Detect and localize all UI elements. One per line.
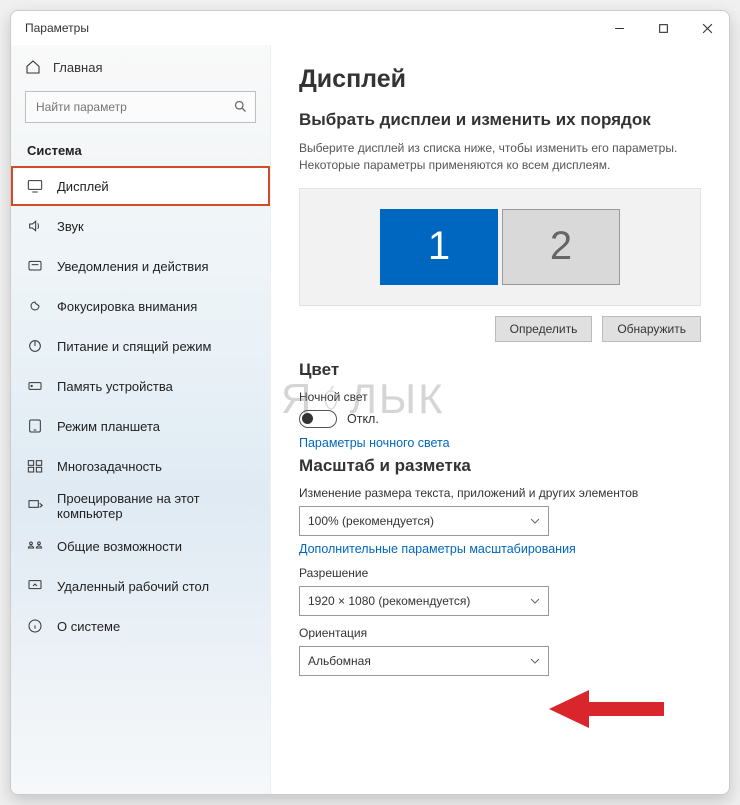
- maximize-button[interactable]: [641, 12, 685, 44]
- sidebar-item-display[interactable]: Дисплей: [11, 166, 270, 206]
- toggle-knob: [302, 413, 313, 424]
- sidebar-item-label: Фокусировка внимания: [57, 299, 197, 314]
- sidebar: Главная Система Дисплей Звук Уведомления…: [11, 45, 271, 794]
- main-panel: ЯЛЫК Дисплей Выбрать дисплеи и изменить …: [271, 45, 729, 794]
- orientation-select[interactable]: Альбомная: [299, 646, 549, 676]
- nightlight-row: Откл.: [299, 410, 701, 428]
- sidebar-item-remote-desktop[interactable]: Удаленный рабочий стол: [11, 566, 270, 606]
- tablet-icon: [27, 418, 43, 434]
- nightlight-toggle[interactable]: [299, 410, 337, 428]
- resolution-label: Разрешение: [299, 566, 701, 580]
- color-heading: Цвет: [299, 360, 701, 380]
- sidebar-item-label: Память устройства: [57, 379, 173, 394]
- annotation-arrow: [549, 684, 669, 734]
- home-icon: [25, 59, 41, 75]
- detect-button[interactable]: Обнаружить: [602, 316, 701, 342]
- sidebar-item-label: Удаленный рабочий стол: [57, 579, 209, 594]
- arrange-description: Выберите дисплей из списка ниже, чтобы и…: [299, 140, 701, 174]
- multitasking-icon: [27, 458, 43, 474]
- search-box: [25, 91, 256, 123]
- monitor-buttons: Определить Обнаружить: [299, 316, 701, 342]
- monitor-2[interactable]: 2: [502, 209, 620, 285]
- monitor-1[interactable]: 1: [380, 209, 498, 285]
- sidebar-item-label: Многозадачность: [57, 459, 162, 474]
- scale-heading: Масштаб и разметка: [299, 456, 701, 476]
- orientation-label: Ориентация: [299, 626, 701, 640]
- nightlight-label: Ночной свет: [299, 390, 701, 404]
- search-input[interactable]: [25, 91, 256, 123]
- settings-window: Параметры Главная Система Дисплей: [10, 10, 730, 795]
- monitor-preview[interactable]: 1 2: [299, 188, 701, 306]
- sidebar-item-power[interactable]: Питание и спящий режим: [11, 326, 270, 366]
- sidebar-item-label: Дисплей: [57, 179, 109, 194]
- sidebar-item-storage[interactable]: Память устройства: [11, 366, 270, 406]
- sidebar-item-label: Режим планшета: [57, 419, 160, 434]
- home-button[interactable]: Главная: [11, 45, 270, 89]
- scale-label: Изменение размера текста, приложений и д…: [299, 486, 701, 500]
- window-controls: [597, 12, 729, 44]
- sidebar-item-multitasking[interactable]: Многозадачность: [11, 446, 270, 486]
- sidebar-item-label: Питание и спящий режим: [57, 339, 211, 354]
- sidebar-item-sound[interactable]: Звук: [11, 206, 270, 246]
- about-icon: [27, 618, 43, 634]
- home-label: Главная: [53, 60, 102, 75]
- sidebar-item-projecting[interactable]: Проецирование на этот компьютер: [11, 486, 270, 526]
- nightlight-state: Откл.: [347, 412, 379, 426]
- sidebar-item-shared-experiences[interactable]: Общие возможности: [11, 526, 270, 566]
- power-icon: [27, 338, 43, 354]
- chevron-down-icon: [530, 596, 540, 606]
- scale-value: 100% (рекомендуется): [308, 514, 434, 528]
- close-button[interactable]: [685, 12, 729, 44]
- titlebar: Параметры: [11, 11, 729, 45]
- sidebar-item-notifications[interactable]: Уведомления и действия: [11, 246, 270, 286]
- sidebar-item-label: Звук: [57, 219, 84, 234]
- content-area: Главная Система Дисплей Звук Уведомления…: [11, 45, 729, 794]
- sidebar-item-tablet-mode[interactable]: Режим планшета: [11, 406, 270, 446]
- orientation-value: Альбомная: [308, 654, 371, 668]
- display-icon: [27, 178, 43, 194]
- chevron-down-icon: [530, 516, 540, 526]
- search-icon: [233, 99, 248, 114]
- sidebar-item-label: Проецирование на этот компьютер: [57, 491, 254, 521]
- resolution-select[interactable]: 1920 × 1080 (рекомендуется): [299, 586, 549, 616]
- sidebar-item-label: Уведомления и действия: [57, 259, 209, 274]
- sidebar-item-about[interactable]: О системе: [11, 606, 270, 646]
- minimize-button[interactable]: [597, 12, 641, 44]
- sound-icon: [27, 218, 43, 234]
- remote-desktop-icon: [27, 578, 43, 594]
- nightlight-settings-link[interactable]: Параметры ночного света: [299, 436, 701, 450]
- identify-button[interactable]: Определить: [495, 316, 593, 342]
- storage-icon: [27, 378, 43, 394]
- arrange-heading: Выбрать дисплеи и изменить их порядок: [299, 110, 701, 130]
- shared-experiences-icon: [27, 538, 43, 554]
- sidebar-item-label: Общие возможности: [57, 539, 182, 554]
- focus-assist-icon: [27, 298, 43, 314]
- chevron-down-icon: [530, 656, 540, 666]
- sidebar-item-label: О системе: [57, 619, 120, 634]
- projecting-icon: [27, 498, 43, 514]
- notifications-icon: [27, 258, 43, 274]
- page-title: Дисплей: [299, 65, 701, 94]
- sidebar-item-focus-assist[interactable]: Фокусировка внимания: [11, 286, 270, 326]
- advanced-scale-link[interactable]: Дополнительные параметры масштабирования: [299, 542, 701, 556]
- category-label: Система: [11, 133, 270, 166]
- scale-select[interactable]: 100% (рекомендуется): [299, 506, 549, 536]
- resolution-value: 1920 × 1080 (рекомендуется): [308, 594, 470, 608]
- window-title: Параметры: [25, 21, 89, 35]
